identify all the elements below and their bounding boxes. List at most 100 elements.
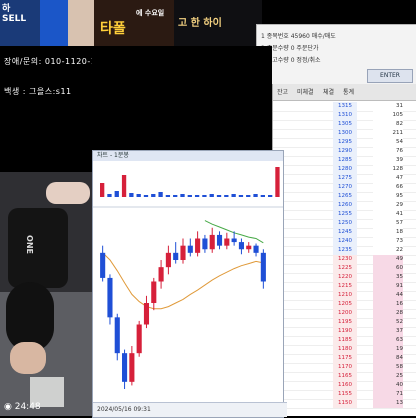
order-book-volume: 54 — [373, 138, 403, 147]
order-book-volume: 105 — [373, 111, 403, 120]
order-book-volume: 18 — [373, 228, 403, 237]
candle-body — [195, 238, 201, 253]
order-book-volume: 37 — [373, 327, 403, 336]
order-book-volume: 28 — [373, 309, 403, 318]
order-book-volume: 47 — [373, 174, 403, 183]
order-book-volume: 91 — [373, 282, 403, 291]
order-book-price[interactable]: 1255 — [333, 210, 357, 219]
order-panel[interactable]: 1 종목번호 45960 매수/매도 2 주문수량 0 주문단가 3 잔고수량 … — [256, 24, 416, 86]
candle-body — [173, 252, 179, 260]
enter-button[interactable]: ENTER — [367, 69, 413, 83]
order-book-price[interactable]: 1215 — [333, 282, 357, 291]
order-book-price[interactable]: 1220 — [333, 273, 357, 282]
volume-bar — [260, 195, 265, 197]
candle-body — [180, 245, 186, 260]
order-book-price[interactable]: 1175 — [333, 354, 357, 363]
order-book-volume: 73 — [373, 237, 403, 246]
chart-title: 차트 - 1분봉 — [93, 151, 283, 161]
order-book-price[interactable]: 1300 — [333, 129, 357, 138]
webcam-shirt-text: ONE — [24, 235, 34, 254]
chart-window[interactable]: 차트 - 1분봉 2024/05/16 09:31 — [92, 150, 287, 418]
order-book-volume: 211 — [373, 129, 403, 138]
candle-body — [129, 353, 135, 382]
volume-bar — [216, 195, 222, 197]
order-book-price[interactable]: 1290 — [333, 147, 357, 156]
order-book-panel[interactable]: 잔고 미체결 체결 통계 1315 31 1310 105 1305 82 1300 211 1… — [272, 84, 416, 416]
order-book-price[interactable]: 1205 — [333, 300, 357, 309]
order-book-volume: 60 — [373, 264, 403, 273]
candle-body — [107, 277, 113, 318]
order-book-price[interactable]: 1240 — [333, 237, 357, 246]
order-book-volume: 66 — [373, 183, 403, 192]
candle-body — [143, 303, 150, 325]
candle-body — [253, 245, 259, 253]
order-book-price[interactable]: 1170 — [333, 363, 357, 372]
order-book-price[interactable]: 1305 — [333, 120, 357, 129]
candlestick-chart[interactable] — [93, 161, 283, 403]
order-book-price[interactable]: 1225 — [333, 264, 357, 273]
background-region — [92, 46, 272, 150]
candle-body — [246, 245, 252, 250]
candle-body — [165, 252, 171, 268]
candle-body — [151, 281, 157, 303]
order-book-price[interactable]: 1230 — [333, 255, 357, 264]
order-book-price[interactable]: 1295 — [333, 138, 357, 147]
banner-headline: 타폴 — [100, 21, 126, 37]
chart-footer: 2024/05/16 09:31 — [93, 402, 287, 417]
volume-bar — [143, 195, 149, 197]
order-book-volume: 58 — [373, 363, 403, 372]
webcam-face — [10, 342, 46, 374]
order-book-price[interactable]: 1245 — [333, 228, 357, 237]
order-book-price[interactable]: 1180 — [333, 345, 357, 354]
order-book-price[interactable]: 1190 — [333, 327, 357, 336]
order-book-price[interactable]: 1185 — [333, 336, 357, 345]
volume-bar — [136, 194, 141, 197]
volume-bar — [187, 195, 192, 197]
order-book-price[interactable]: 1250 — [333, 219, 357, 228]
volume-bar — [202, 195, 207, 197]
volume-bar — [129, 193, 134, 197]
order-book-price[interactable]: 1160 — [333, 381, 357, 390]
candle-body — [238, 242, 244, 250]
order-book-volume: 76 — [373, 147, 403, 156]
order-book-price[interactable]: 1260 — [333, 201, 357, 210]
volume-bar — [180, 194, 185, 197]
order-book-price[interactable]: 1165 — [333, 372, 357, 381]
webcam-feed: ONE ◉ 24:48 — [0, 172, 92, 416]
tab-unfilled[interactable]: 미체결 — [297, 87, 314, 96]
tab-balance[interactable]: 잔고 — [277, 87, 288, 96]
order-book-price[interactable]: 1155 — [333, 390, 357, 399]
volume-bar — [268, 195, 273, 197]
order-book-price[interactable]: 1195 — [333, 318, 357, 327]
order-book-price[interactable]: 1150 — [333, 399, 357, 408]
candle-body — [216, 234, 223, 246]
order-book-price[interactable]: 1270 — [333, 183, 357, 192]
order-book-price[interactable]: 1285 — [333, 156, 357, 165]
tab-filled[interactable]: 체결 — [323, 87, 334, 96]
volume-bar — [231, 194, 236, 197]
order-book-volume: 19 — [373, 345, 403, 354]
order-book-price[interactable]: 1275 — [333, 174, 357, 183]
order-book-price[interactable]: 1235 — [333, 246, 357, 255]
order-book-price[interactable]: 1265 — [333, 192, 357, 201]
order-book-price[interactable]: 1280 — [333, 165, 357, 174]
order-book-price[interactable]: 1210 — [333, 291, 357, 300]
candle-body — [122, 353, 128, 382]
order-book-row[interactable]: 1150 13 — [273, 399, 416, 409]
order-book-price[interactable]: 1310 — [333, 111, 357, 120]
banner-logo-panel: 하 SELL — [0, 0, 40, 46]
order-book-price[interactable]: 1315 — [333, 102, 357, 111]
candle-body — [231, 238, 237, 243]
order-book-price[interactable]: 1200 — [333, 309, 357, 318]
ad-banner[interactable]: 하 SELL 타폴 에 수요일 고 한 하이 — [0, 0, 262, 46]
webcam-status: ◉ 24:48 — [4, 402, 41, 412]
volume-bar — [194, 195, 200, 197]
banner-right-text: 고 한 하이 — [178, 18, 222, 29]
tab-stats[interactable]: 통계 — [343, 87, 354, 96]
order-book-volume: 35 — [373, 273, 403, 282]
candle-body — [260, 252, 266, 282]
order-book-volume: 84 — [373, 354, 403, 363]
volume-bar — [209, 194, 214, 197]
order-book-volume: 31 — [373, 102, 403, 111]
order-book-volume: 95 — [373, 192, 403, 201]
